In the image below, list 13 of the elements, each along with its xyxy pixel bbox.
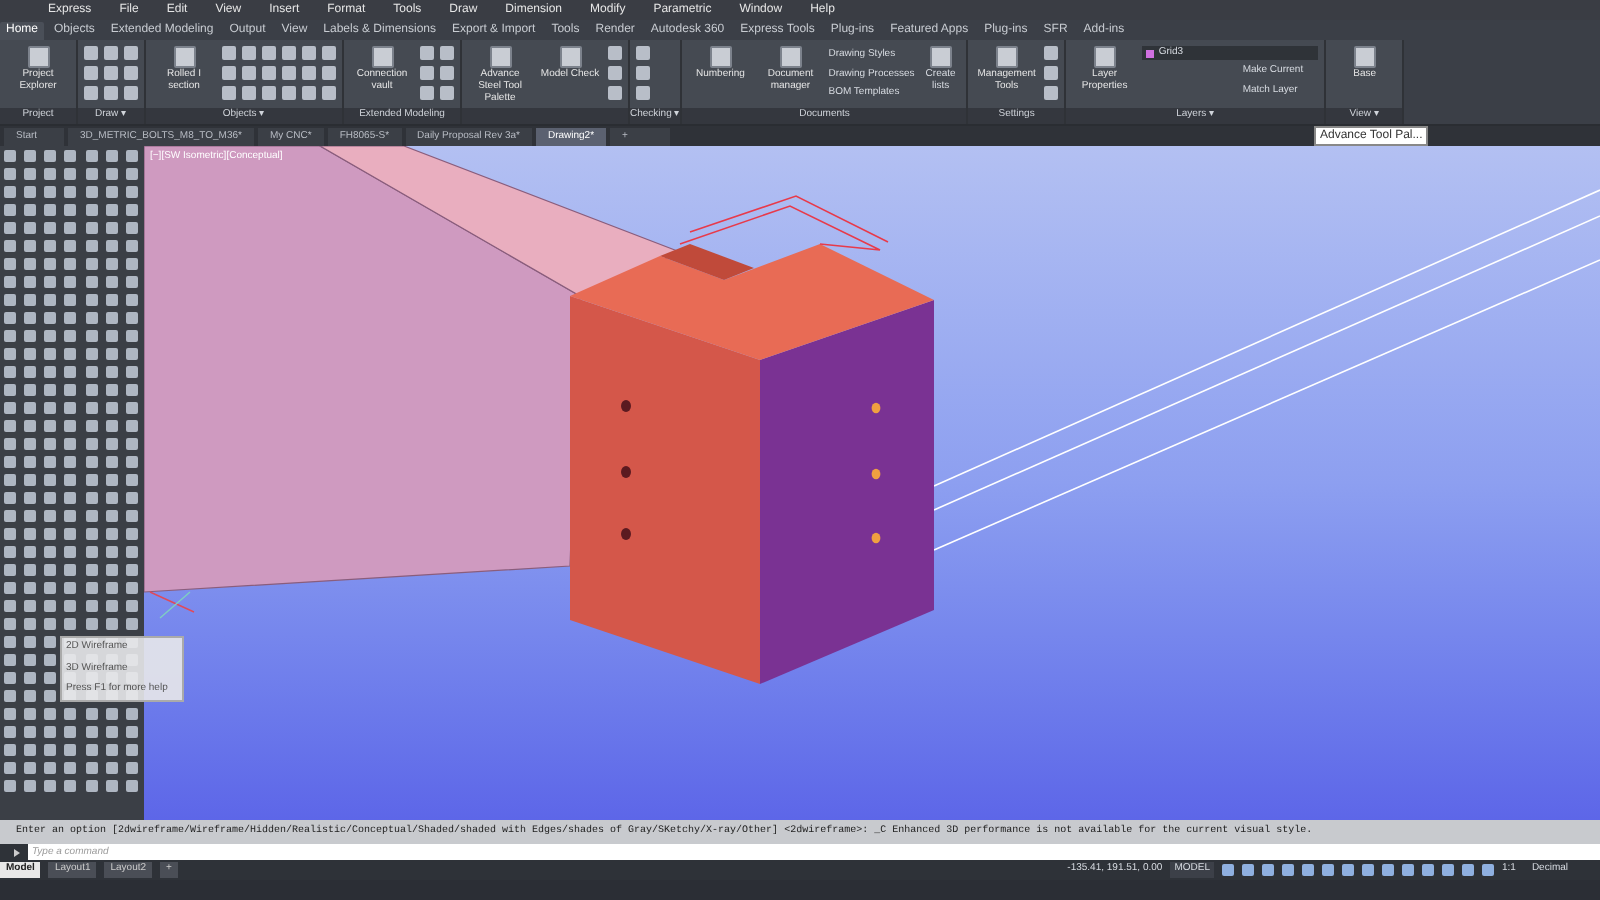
ucs-crosshair-icon [149,591,195,619]
tool-icon[interactable] [995,46,1018,68]
tool-icon[interactable] [929,46,952,68]
tool-icon[interactable] [1353,46,1376,68]
layer-color-swatch [1146,49,1155,57]
tool-icon[interactable] [779,46,802,68]
tool-icon[interactable] [489,46,511,68]
tool-icon[interactable] [173,46,195,68]
tool-icon[interactable] [27,46,49,68]
tool-icon[interactable] [709,46,732,68]
tool-icon[interactable] [371,46,393,68]
tool-icon[interactable] [559,46,581,68]
tool-icon[interactable] [1093,46,1116,68]
